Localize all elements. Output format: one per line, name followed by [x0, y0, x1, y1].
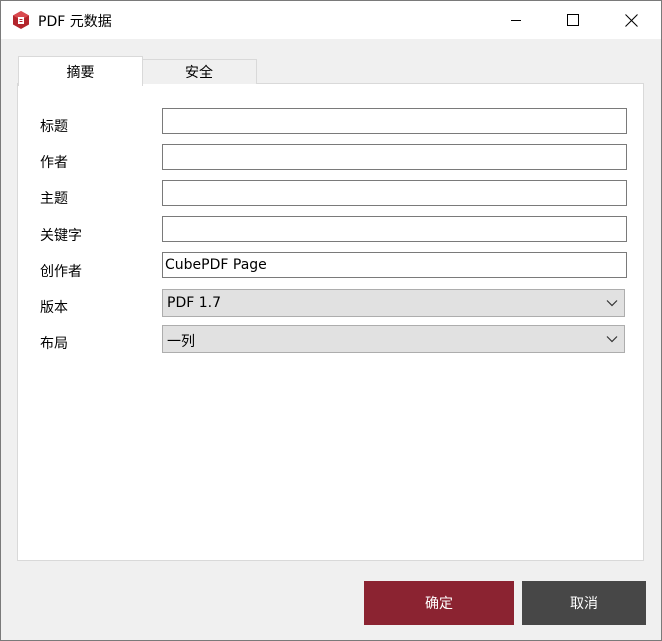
- subject-input[interactable]: [162, 180, 627, 206]
- creator-input[interactable]: CubePDF Page: [162, 252, 627, 278]
- author-input[interactable]: [162, 144, 627, 170]
- title-input[interactable]: [162, 108, 627, 134]
- cancel-button[interactable]: 取消: [522, 581, 646, 625]
- maximize-button[interactable]: [544, 1, 602, 39]
- tab-summary[interactable]: 摘要: [18, 56, 143, 86]
- keywords-label: 关键字: [40, 228, 82, 244]
- creator-label: 创作者: [40, 264, 82, 280]
- window-title: PDF 元数据: [38, 14, 112, 30]
- chevron-down-icon: [606, 300, 618, 307]
- chevron-down-icon: [606, 336, 618, 343]
- subject-label: 主题: [40, 191, 68, 207]
- title-label: 标题: [40, 119, 68, 135]
- cubepdf-logo-icon: [11, 10, 31, 30]
- layout-selected-value: 一列: [167, 334, 195, 350]
- title-bar[interactable]: PDF 元数据: [1, 1, 661, 39]
- close-button[interactable]: [602, 1, 660, 39]
- pdf-metadata-dialog: PDF 元数据 摘要 安全 标题 作者 主题 关键字 创作者 CubePDF P…: [0, 0, 662, 641]
- close-icon: [624, 13, 638, 27]
- summary-panel: 标题 作者 主题 关键字 创作者 CubePDF Page 版本 PDF 1.7…: [17, 83, 644, 561]
- layout-label: 布局: [40, 336, 68, 352]
- version-label: 版本: [40, 300, 68, 316]
- maximize-icon: [567, 14, 579, 26]
- minimize-button[interactable]: [487, 1, 545, 39]
- version-select[interactable]: PDF 1.7: [162, 289, 625, 317]
- minimize-icon: [511, 20, 521, 21]
- keywords-input[interactable]: [162, 216, 627, 242]
- version-selected-value: PDF 1.7: [167, 295, 221, 311]
- tab-security[interactable]: 安全: [141, 59, 257, 84]
- author-label: 作者: [40, 155, 68, 171]
- ok-button[interactable]: 确定: [364, 581, 514, 625]
- layout-select[interactable]: 一列: [162, 325, 625, 353]
